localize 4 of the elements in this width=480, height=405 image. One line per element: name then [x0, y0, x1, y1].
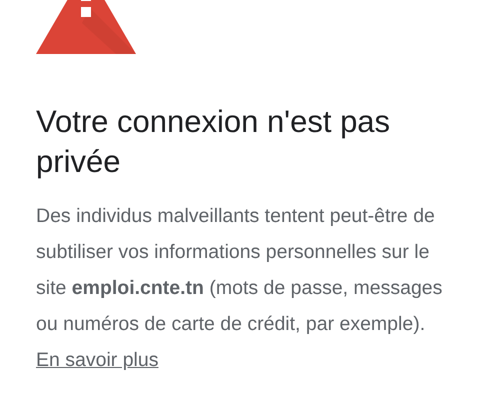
warning-icon — [36, 0, 136, 54]
error-message: Des individus malveillants tentent peut-être de subtiliser vos informations personnelles sur le site emploi.cnte.tn (mots de passe, messages ou numéros de carte de crédit, par exemple). En savoir plus — [36, 204, 444, 373]
error-heading: Votre connexion n'est pas privée — [36, 103, 392, 181]
learn-more-link[interactable]: En savoir plus — [36, 349, 158, 371]
